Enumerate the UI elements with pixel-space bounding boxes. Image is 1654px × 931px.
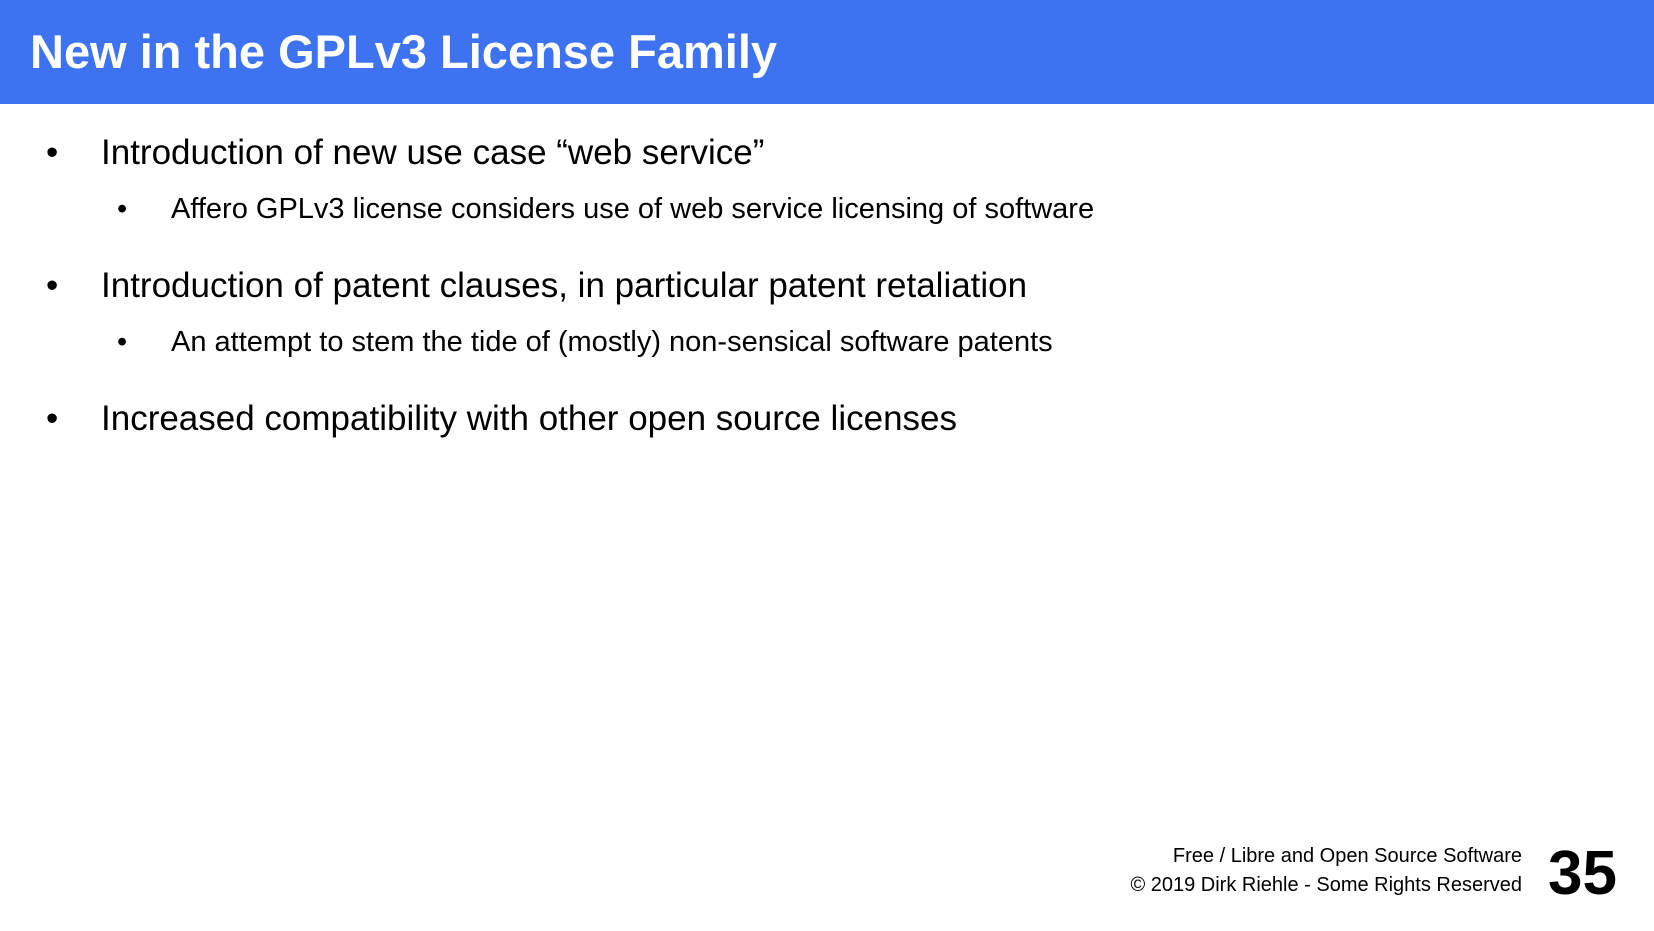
bullet-item: • Increased compatibility with other ope…	[46, 397, 1546, 441]
sub-bullet-text: Affero GPLv3 license considers use of we…	[171, 193, 1095, 225]
bullet-icon: •	[46, 133, 59, 172]
bullet-icon: •	[46, 266, 59, 305]
slide-title: New in the GPLv3 License Family	[30, 25, 778, 78]
bullet-text: Introduction of patent clauses, in parti…	[101, 266, 1028, 305]
footer-copyright: © 2019 Dirk Riehle - Some Rights Reserve…	[1130, 874, 1522, 896]
sub-bullet-item: • Affero GPLv3 license considers use of …	[117, 191, 1517, 227]
bullet-item: • Introduction of new use case “web serv…	[46, 131, 1546, 175]
bullet-item: • Introduction of patent clauses, in par…	[46, 264, 1546, 308]
bullet-icon: •	[117, 193, 128, 225]
footer-course-title: Free / Libre and Open Source Software	[1172, 845, 1522, 867]
bullet-icon: •	[117, 326, 128, 358]
title-bar: New in the GPLv3 License Family	[0, 0, 1654, 104]
bullet-icon: •	[46, 399, 59, 438]
sub-bullet-item: • An attempt to stem the tide of (mostly…	[117, 324, 1517, 360]
sub-bullet-text: An attempt to stem the tide of (mostly) …	[171, 326, 1053, 358]
slide: New in the GPLv3 License Family • Introd…	[0, 0, 1654, 931]
page-number: 35	[1548, 839, 1617, 908]
bullet-text: Introduction of new use case “web servic…	[101, 133, 765, 172]
bullet-text: Increased compatibility with other open …	[101, 399, 957, 438]
